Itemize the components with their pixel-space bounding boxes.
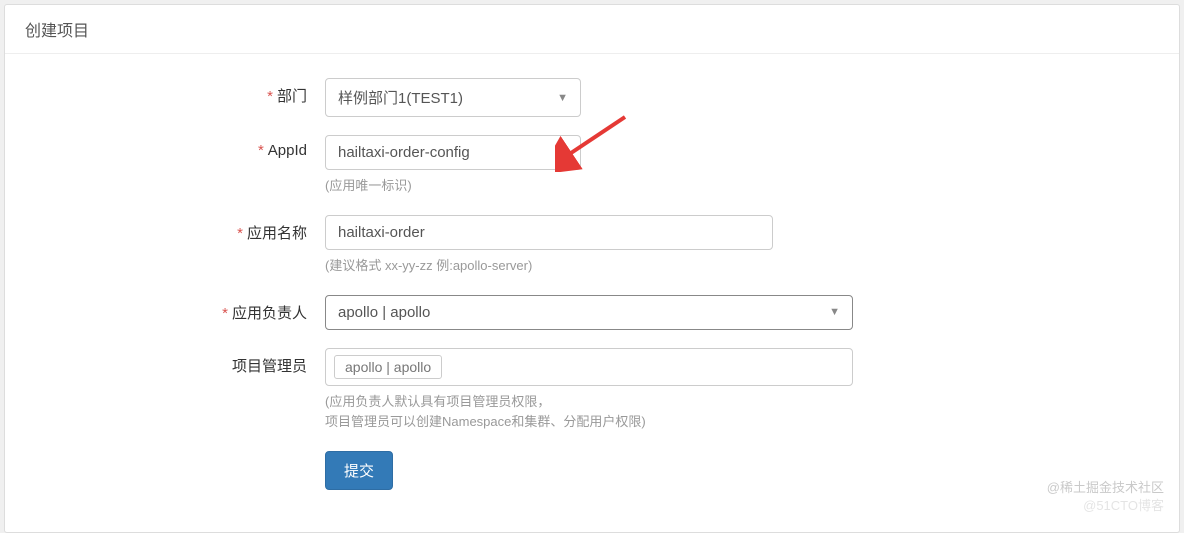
owner-select[interactable]: apollo | apollo ▼ [325, 295, 853, 330]
submit-button[interactable]: 提交 [325, 451, 393, 490]
watermark-text: @稀土掘金技术社区 [1047, 477, 1164, 496]
admins-help: (应用负责人默认具有项目管理员权限， 项目管理员可以创建Namespace和集群… [325, 392, 853, 434]
row-appname: *应用名称 hailtaxi-order (建议格式 xx-yy-zz 例:ap… [45, 215, 1139, 277]
row-owner: *应用负责人 apollo | apollo ▼ [45, 295, 1139, 330]
label-admins: 项目管理员 [45, 348, 325, 376]
appname-input[interactable]: hailtaxi-order [325, 215, 773, 250]
required-mark: * [267, 88, 273, 105]
required-mark: * [237, 225, 243, 242]
row-department: *部门 样例部门1(TEST1) ▼ [45, 78, 1139, 117]
label-department: *部门 [45, 78, 325, 106]
row-appid: *AppId hailtaxi-order-config (应用唯一标识) [45, 135, 1139, 197]
form-body: *部门 样例部门1(TEST1) ▼ *AppId hailtaxi-order… [5, 54, 1179, 532]
appid-input[interactable]: hailtaxi-order-config [325, 135, 581, 170]
appid-help: (应用唯一标识) [325, 176, 581, 197]
chevron-down-icon: ▼ [557, 92, 568, 104]
panel-title: 创建项目 [5, 5, 1179, 54]
department-select[interactable]: 样例部门1(TEST1) ▼ [325, 78, 581, 117]
appid-value: hailtaxi-order-config [338, 144, 470, 161]
chevron-down-icon: ▼ [829, 306, 840, 318]
admins-input[interactable]: apollo | apollo [325, 348, 853, 386]
required-mark: * [222, 305, 228, 322]
appname-value: hailtaxi-order [338, 224, 425, 241]
required-mark: * [258, 142, 264, 159]
label-appname: *应用名称 [45, 215, 325, 243]
watermark-text-2: @51CTO博客 [1083, 495, 1164, 514]
row-submit: 提交 [45, 451, 1139, 490]
appname-help: (建议格式 xx-yy-zz 例:apollo-server) [325, 256, 773, 277]
department-value: 样例部门1(TEST1) [338, 87, 463, 108]
row-admins: 项目管理员 apollo | apollo (应用负责人默认具有项目管理员权限，… [45, 348, 1139, 434]
owner-value: apollo | apollo [338, 304, 430, 321]
label-owner: *应用负责人 [45, 295, 325, 323]
label-appid: *AppId [45, 135, 325, 159]
admin-tag[interactable]: apollo | apollo [334, 355, 442, 379]
create-project-panel: 创建项目 *部门 样例部门1(TEST1) ▼ *AppId hailtaxi-… [4, 4, 1180, 533]
